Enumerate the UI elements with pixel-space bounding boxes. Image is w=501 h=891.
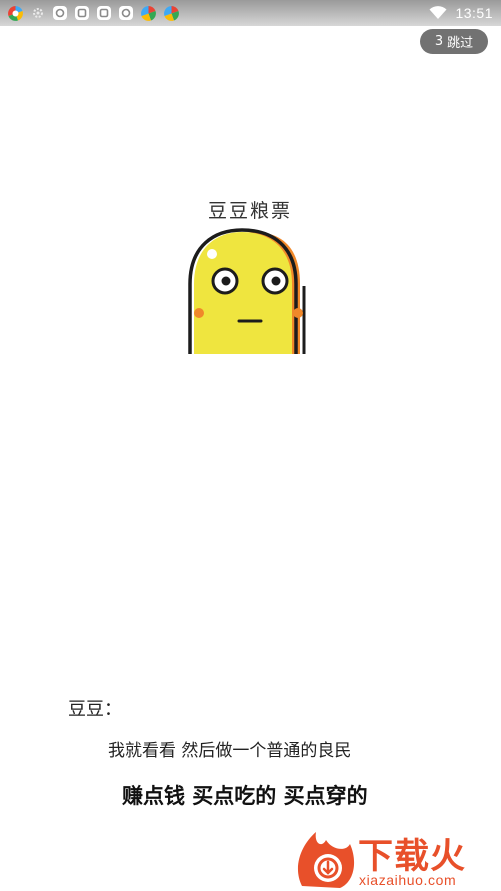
wifi-icon	[429, 6, 447, 19]
mascot-logo	[188, 228, 306, 354]
skip-button[interactable]: 3 跳过	[420, 29, 488, 54]
flame-logo-icon	[297, 832, 355, 888]
chat-icon	[97, 6, 111, 20]
clock: 13:51	[455, 5, 493, 21]
watermark-url: xiazaihuo.com	[359, 872, 457, 888]
speaker-label: 豆豆：	[68, 699, 122, 720]
status-bar: 13:51	[0, 0, 501, 26]
color-app-icon	[8, 5, 23, 21]
dialogue-line-two: 赚点钱 买点吃的 买点穿的	[122, 784, 368, 808]
notification-icons	[7, 3, 180, 23]
chat-icon	[75, 6, 89, 20]
app-logo-title: 豆豆粮票	[207, 200, 292, 222]
skip-label: 跳过	[447, 36, 474, 51]
dialogue-line-one: 我就看看 然后做一个普通的良民	[108, 741, 352, 761]
watermark: 下载火 xiazaihuo.com	[296, 826, 501, 891]
chat-icon	[119, 6, 133, 20]
settings-icon	[33, 8, 43, 18]
splash-screen: 13:51 3 跳过 豆豆粮票 豆豆： 我就看看 然后做一个普通的良民 赚点钱 …	[0, 0, 501, 891]
chat-icon	[53, 6, 67, 20]
color-app-icon	[164, 5, 179, 21]
skip-countdown: 3	[434, 34, 444, 49]
status-right: 13:51	[429, 3, 493, 23]
color-app-icon	[141, 5, 156, 21]
